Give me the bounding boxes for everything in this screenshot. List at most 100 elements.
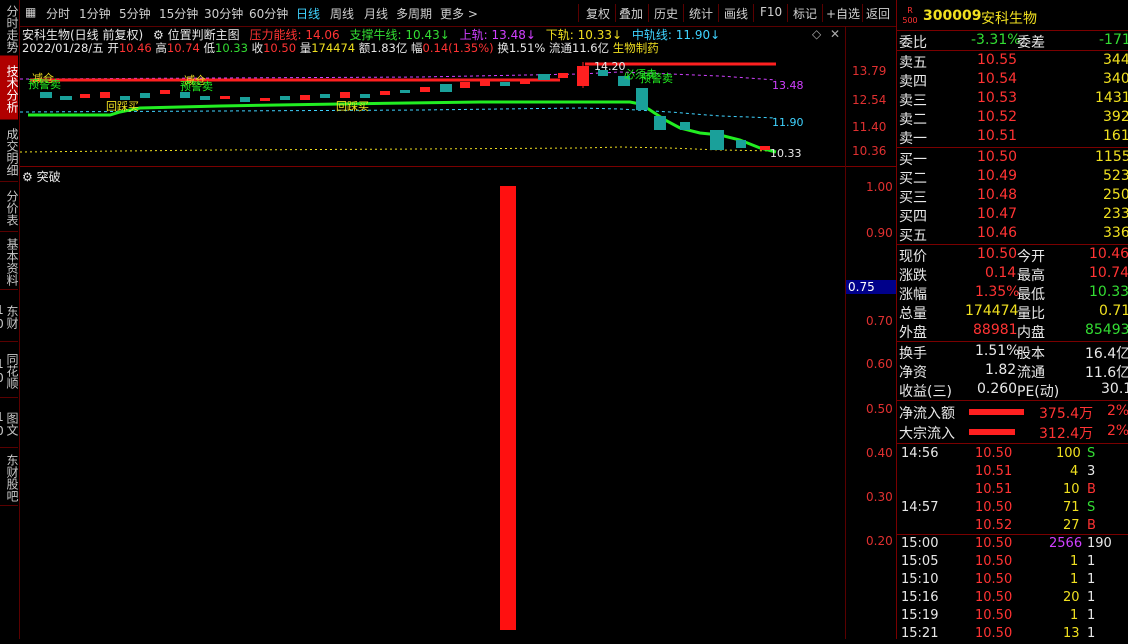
trade-row: 15:10 10.50 1 1 bbox=[901, 572, 1096, 587]
stock-code: 300009 bbox=[923, 8, 982, 24]
stat-row: 涨幅 1.35% 最低 10.33 bbox=[899, 284, 1128, 303]
price-tick: 10.36 bbox=[852, 144, 887, 158]
sub-tick: 0.40 bbox=[866, 446, 893, 460]
stats-button[interactable]: 统计 bbox=[689, 5, 713, 22]
signal-warn-sell-1: 预警卖 bbox=[28, 77, 61, 91]
breakout-bar bbox=[500, 186, 516, 630]
price-tick: 11.40 bbox=[852, 120, 887, 134]
stat-row: 外盘 88981 内盘 85493 bbox=[899, 322, 1128, 341]
signal-buyback-1: 回踩买 bbox=[106, 100, 139, 113]
period-multi[interactable]: 多周期 bbox=[396, 5, 432, 22]
bid-row: 买三 10.48 250 bbox=[899, 187, 1128, 206]
tab-chart-text-10[interactable]: 图文10 bbox=[0, 398, 19, 448]
tab-price-table[interactable]: 分价表 bbox=[0, 182, 19, 232]
flow-row: 净流入额 375.4万 2% bbox=[899, 403, 1128, 422]
period-5min[interactable]: 5分钟 bbox=[119, 5, 151, 22]
flow-row: 大宗流入 312.4万 2% bbox=[899, 423, 1128, 442]
flow-bar bbox=[969, 409, 1024, 415]
f10-button[interactable]: F10 bbox=[760, 5, 782, 19]
weibi-label: 委比 bbox=[899, 35, 927, 51]
stat2-row: 换手 1.51% 股本 16.4亿 bbox=[899, 343, 1128, 362]
weibi-value: -3.31% bbox=[971, 32, 1021, 48]
ask-row: 卖二 10.52 392 bbox=[899, 109, 1128, 128]
margin-badge: R 500 bbox=[901, 6, 919, 28]
history-button[interactable]: 历史 bbox=[654, 5, 678, 22]
stat-row: 总量 174474 量比 0.71 bbox=[899, 303, 1128, 322]
weicha-value: -171 bbox=[1099, 32, 1128, 48]
period-monthly[interactable]: 月线 bbox=[364, 5, 388, 22]
add-watchlist-button[interactable]: +自选 bbox=[826, 5, 860, 22]
sub-tick: 0.30 bbox=[866, 490, 893, 504]
stock-name: 安科生物 bbox=[981, 11, 1037, 27]
tab-eastmoney-forum[interactable]: 东财股吧 bbox=[0, 448, 19, 506]
left-tab-bar: 分时走势 技术分析 成交明细 分价表 基本资料 东财10 同花顺10 图文10 … bbox=[0, 0, 20, 639]
period-15min[interactable]: 15分钟 bbox=[159, 5, 198, 22]
stat2-row: 收益(三) 0.260 PE(动) 30.1 bbox=[899, 381, 1128, 400]
tab-ths-10[interactable]: 同花顺10 bbox=[0, 342, 19, 398]
overlay-button[interactable]: 叠加 bbox=[619, 5, 643, 22]
mid-band-value: 11.90 bbox=[772, 116, 804, 129]
bid-row: 买二 10.49 523 bbox=[899, 168, 1128, 187]
upper-band-value: 13.48 bbox=[772, 79, 804, 92]
period-more[interactable]: 更多 > bbox=[440, 5, 478, 22]
trade-row: 14:56 10.50 100 S bbox=[901, 446, 1096, 461]
close-icon[interactable]: ✕ bbox=[830, 27, 840, 41]
badge-top: R bbox=[907, 6, 913, 15]
tab-technical-analysis[interactable]: 技术分析 bbox=[0, 56, 19, 120]
stat2-row: 净资 1.82 流通 11.6亿 bbox=[899, 362, 1128, 381]
sub-tick: 1.00 bbox=[866, 180, 893, 194]
stat-row: 涨跌 0.14 最高 10.74 bbox=[899, 265, 1128, 284]
diamond-icon[interactable]: ◇ bbox=[812, 27, 821, 41]
weibi-row: 委比 -3.31% 委差 -171 bbox=[899, 32, 1128, 51]
tab-basic-info[interactable]: 基本资料 bbox=[0, 232, 19, 290]
period-30min[interactable]: 30分钟 bbox=[204, 5, 243, 22]
adjust-button[interactable]: 复权 bbox=[586, 5, 610, 22]
sub-tick: 0.50 bbox=[866, 402, 893, 416]
sub-tick: 0.60 bbox=[866, 357, 893, 371]
tab-eastmoney-10[interactable]: 东财10 bbox=[0, 290, 19, 342]
grid-icon[interactable]: ▦ bbox=[25, 5, 36, 19]
quote-panel: R 500 300009 安科生物 委比 -3.31% 委差 -171 卖五 10… bbox=[896, 0, 1128, 641]
sub-tick: 0.90 bbox=[866, 226, 893, 240]
trade-row: 14:57 10.50 71 S bbox=[901, 500, 1096, 515]
period-toolbar: ▦ 分时 1分钟 5分钟 15分钟 30分钟 60分钟 日线 周线 月线 多周期… bbox=[20, 0, 896, 27]
period-60min[interactable]: 60分钟 bbox=[249, 5, 288, 22]
stat-row: 现价 10.50 今开 10.46 bbox=[899, 246, 1128, 265]
bid-row: 买五 10.46 336 bbox=[899, 225, 1128, 244]
ask-row: 卖四 10.54 340 bbox=[899, 71, 1128, 90]
sub-tick: 0.70 bbox=[866, 314, 893, 328]
price-tick: 13.79 bbox=[852, 64, 887, 78]
signal-warn-sell-2: 预警卖 bbox=[180, 79, 213, 93]
trade-row: 15:19 10.50 1 1 bbox=[901, 608, 1096, 623]
flow-bar bbox=[969, 429, 1015, 435]
lower-band-line bbox=[20, 146, 777, 153]
period-fenshi[interactable]: 分时 bbox=[46, 5, 70, 22]
ask-row: 卖三 10.53 1431 bbox=[899, 90, 1128, 109]
trade-row: 15:21 10.50 13 1 bbox=[901, 626, 1096, 641]
trade-row: 15:16 10.50 20 1 bbox=[901, 590, 1096, 605]
draw-line-button[interactable]: 画线 bbox=[724, 5, 748, 22]
weicha-label: 委差 bbox=[1017, 35, 1045, 51]
period-daily[interactable]: 日线 bbox=[296, 5, 320, 22]
ask-row: 卖五 10.55 344 bbox=[899, 52, 1128, 71]
bid-row: 买一 10.50 1155 bbox=[899, 149, 1128, 168]
badge-bottom: 500 bbox=[902, 16, 918, 25]
mark-button[interactable]: 标记 bbox=[793, 5, 817, 22]
period-weekly[interactable]: 周线 bbox=[330, 5, 354, 22]
ask-row: 卖一 10.51 161 bbox=[899, 128, 1128, 147]
low-band-value: 10.33 bbox=[770, 147, 802, 160]
bid-row: 买四 10.47 233 bbox=[899, 206, 1128, 225]
price-tick: 12.54 bbox=[852, 93, 887, 107]
peak-price-label: 14.20 bbox=[594, 60, 626, 73]
sub-tick: 0.20 bbox=[866, 534, 893, 548]
trade-row: 15:00 10.50 2566 190 bbox=[901, 536, 1112, 551]
period-1min[interactable]: 1分钟 bbox=[79, 5, 111, 22]
tab-time-share[interactable]: 分时走势 bbox=[0, 0, 19, 56]
main-price-chart[interactable]: 减仓 预警卖 回踩买 减仓 预警卖 回踩买 必须卖 预警卖 14.20 13.4… bbox=[20, 40, 846, 166]
breakout-indicator-chart[interactable] bbox=[20, 168, 846, 638]
back-button[interactable]: 返回 bbox=[866, 5, 890, 22]
trade-row: 10.51 4 3 bbox=[975, 464, 1096, 479]
signal-warn-sell-3: 预警卖 bbox=[640, 71, 673, 85]
trade-row: 15:05 10.50 1 1 bbox=[901, 554, 1096, 569]
tab-trade-details[interactable]: 成交明细 bbox=[0, 120, 19, 182]
